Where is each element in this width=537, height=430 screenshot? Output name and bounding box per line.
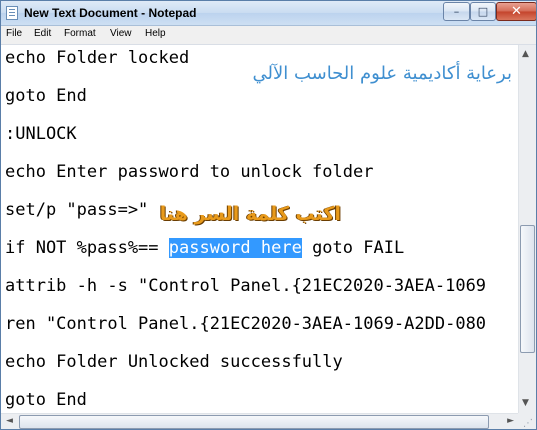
minimize-button[interactable]: – — [443, 2, 470, 21]
notepad-icon — [6, 6, 18, 20]
editor-line: :UNLOCK — [5, 124, 77, 144]
scroll-up-arrow-icon[interactable]: ▲ — [522, 49, 529, 59]
menu-help[interactable]: Help — [145, 28, 166, 39]
horizontal-scrollbar[interactable]: ◄ ► — [1, 413, 518, 429]
close-button[interactable]: ✕ — [496, 2, 536, 21]
menu-bar: File Edit Format View Help — [1, 26, 536, 45]
scroll-left-arrow-icon[interactable]: ◄ — [6, 416, 13, 426]
title-bar[interactable]: New Text Document - Notepad – □ ✕ — [1, 1, 536, 26]
selected-text[interactable]: password here — [168, 238, 302, 258]
scroll-down-arrow-icon[interactable]: ▼ — [522, 398, 529, 408]
editor-line: goto End — [5, 86, 87, 106]
password-hint-caption: اكتب كلمة السر هنا — [159, 203, 341, 225]
editor-line: ren "Control Panel.{21EC2020-3AEA-1069-A… — [5, 314, 487, 334]
menu-view[interactable]: View — [110, 28, 132, 39]
editor-line: set/p "pass=>" — [5, 200, 149, 220]
notepad-window: New Text Document - Notepad – □ ✕ File E… — [0, 0, 537, 430]
editor-line: if NOT %pass%== password here goto FAIL — [5, 238, 404, 258]
window-title: New Text Document - Notepad — [24, 6, 197, 20]
editor-line: echo Folder locked — [5, 48, 190, 68]
editor-line-suffix: goto FAIL — [301, 238, 405, 258]
editor-line: attrib -h -s "Control Panel.{21EC2020-3A… — [5, 276, 487, 296]
menu-format[interactable]: Format — [64, 28, 96, 39]
resize-grip-icon[interactable] — [518, 413, 536, 429]
editor-line: echo Folder Unlocked successfully — [5, 352, 343, 372]
sponsor-caption: برعاية أكاديمية علوم الحاسب الآلي — [252, 63, 512, 84]
menu-edit[interactable]: Edit — [34, 28, 51, 39]
maximize-button[interactable]: □ — [470, 2, 496, 21]
editor-line: goto End — [5, 390, 87, 410]
editor-line: echo Enter password to unlock folder — [5, 162, 374, 182]
horizontal-scroll-thumb[interactable] — [19, 415, 489, 429]
text-editor[interactable]: echo Folder locked goto End :UNLOCK echo… — [1, 45, 518, 413]
scroll-right-arrow-icon[interactable]: ► — [507, 416, 514, 426]
editor-line-prefix: if NOT %pass%== — [5, 238, 169, 258]
menu-file[interactable]: File — [6, 28, 22, 39]
vertical-scroll-thumb[interactable] — [520, 225, 535, 353]
vertical-scrollbar[interactable]: ▲ ▼ — [518, 45, 536, 413]
